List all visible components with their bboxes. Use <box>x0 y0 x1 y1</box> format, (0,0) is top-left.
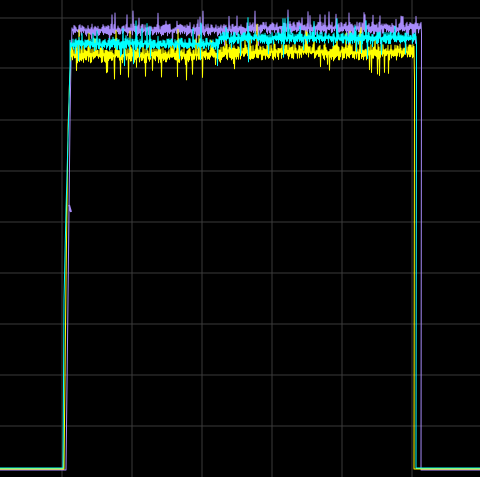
plot-background <box>0 0 480 477</box>
waveform-plot <box>0 0 480 477</box>
oscilloscope-display <box>0 0 480 477</box>
